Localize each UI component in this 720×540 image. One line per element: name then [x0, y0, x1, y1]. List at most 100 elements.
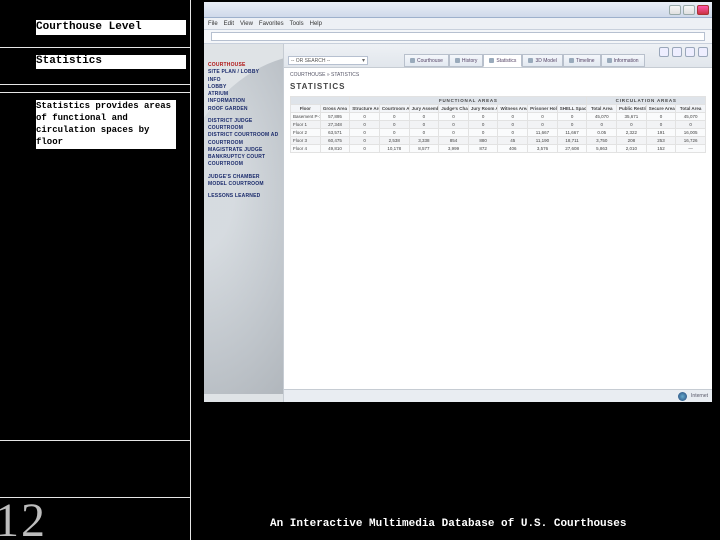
nav-item[interactable]: SITE PLAN / LOBBY: [208, 69, 281, 76]
slide-subtitle: Statistics: [36, 55, 186, 70]
table-cell: 0: [409, 129, 439, 137]
menu-view[interactable]: View: [240, 21, 253, 27]
internet-icon: [678, 392, 687, 401]
table-cell: Basement P-1: [291, 113, 321, 121]
status-bar: Internet: [284, 389, 712, 402]
address-bar[interactable]: [211, 32, 705, 41]
table-cell: 0: [468, 129, 498, 137]
table-cell: 0: [409, 113, 439, 121]
status-text: Internet: [691, 393, 708, 399]
table-group-header: FUNCTIONAL AREAS: [350, 97, 587, 105]
table-cell: 0: [468, 121, 498, 129]
nav-item[interactable]: DISTRICT JUDGE COURTROOM: [208, 118, 281, 133]
browser-screenshot: File Edit View Favorites Tools Help COUR…: [204, 2, 712, 402]
tab-label: 3D Model: [535, 58, 556, 64]
nav-item[interactable]: LESSONS LEARNED: [208, 193, 281, 200]
nav-item[interactable]: BANKRUPTCY COURT: [208, 154, 281, 161]
tab-icon: [569, 58, 574, 63]
menu-favorites[interactable]: Favorites: [259, 21, 284, 27]
table-cell: 11,667: [528, 129, 558, 137]
table-cell: 16,005: [676, 129, 706, 137]
tab-courthouse[interactable]: Courthouse: [404, 54, 449, 67]
table-cell: 0: [528, 121, 558, 129]
search-dropdown[interactable]: -- OR SEARCH --: [288, 56, 368, 65]
table-header: Gross Area: [320, 105, 350, 113]
tab-statistics[interactable]: Statistics: [483, 54, 522, 67]
table-cell: 0: [379, 129, 409, 137]
table-cell: 0: [587, 121, 617, 129]
tab-label: Information: [614, 58, 639, 64]
table-cell: 35,671: [617, 113, 647, 121]
table-cell: 49,810: [320, 145, 350, 153]
menu-help[interactable]: Help: [310, 21, 322, 27]
table-cell: 3,999: [439, 145, 469, 153]
table-cell: 45: [498, 137, 528, 145]
table-header: Public Restricted Area: [617, 105, 647, 113]
table-header: Judge's Chambers Area: [439, 105, 469, 113]
divider: [0, 84, 190, 85]
table-cell: 3,338: [409, 137, 439, 145]
table-row: Basement P-157,8950000000045,07035,67104…: [291, 113, 706, 121]
menu-edit[interactable]: Edit: [224, 21, 234, 27]
content-pane: -- OR SEARCH -- Courthouse HistoryStatist…: [284, 44, 712, 402]
table-cell: 10,178: [379, 145, 409, 153]
left-nav-pane: COURTHOUSESITE PLAN / LOBBYINFOLOBBYATRI…: [204, 44, 284, 402]
page-number: 12: [0, 493, 47, 540]
tab-icon: [489, 58, 494, 63]
table-cell: 406: [498, 145, 528, 153]
tab-3d-model[interactable]: 3D Model: [522, 54, 562, 67]
nav-item[interactable]: JUDGE'S CHAMBER: [208, 174, 281, 181]
table-cell: —: [676, 145, 706, 153]
table-row: Floor 360,47502,5383,3388548804511,19018…: [291, 137, 706, 145]
slide-title: Courthouse Level: [36, 20, 186, 35]
table-cell: 0.05: [587, 129, 617, 137]
tab-history[interactable]: History: [449, 54, 484, 67]
table-header: Prisoner Holding Space: [528, 105, 558, 113]
table-header: Jury Assembly Area: [409, 105, 439, 113]
nav-item[interactable]: INFO: [208, 77, 281, 84]
table-cell: 11,667: [557, 129, 587, 137]
table-cell: 11,190: [528, 137, 558, 145]
close-button[interactable]: [697, 5, 709, 15]
minimize-button[interactable]: [669, 5, 681, 15]
nav-item[interactable]: ROOF GARDEN: [208, 106, 281, 113]
tab-label: Courthouse: [417, 58, 443, 64]
table-cell: 0: [439, 129, 469, 137]
slide-description: Statistics provides areas of functional …: [36, 100, 176, 149]
table-cell: 0: [498, 129, 528, 137]
browser-menubar: File Edit View Favorites Tools Help: [204, 18, 712, 30]
table-cell: 0: [350, 137, 380, 145]
table-cell: Floor 2: [291, 129, 321, 137]
table-header: Jury Room Area: [468, 105, 498, 113]
table-cell: 16,726: [676, 137, 706, 145]
nav-item[interactable]: COURTHOUSE: [208, 62, 281, 69]
nav-item[interactable]: DISTRICT COURTROOM AD: [208, 132, 281, 139]
table-cell: 5,863: [587, 145, 617, 153]
table-cell: 0: [379, 121, 409, 129]
table-cell: 880: [468, 137, 498, 145]
table-cell: 0: [498, 113, 528, 121]
tab-icon: [410, 58, 415, 63]
window-titlebar: [204, 2, 712, 18]
nav-item[interactable]: INFORMATION: [208, 98, 281, 105]
table-cell: 0: [350, 113, 380, 121]
nav-item[interactable]: COURTROOM: [208, 161, 281, 168]
table-cell: 0: [617, 121, 647, 129]
table-cell: 45,070: [587, 113, 617, 121]
nav-item[interactable]: MAGISTRATE JUDGE: [208, 147, 281, 154]
maximize-button[interactable]: [683, 5, 695, 15]
table-cell: 0: [439, 121, 469, 129]
search-label: -- OR SEARCH --: [289, 58, 330, 64]
nav-item[interactable]: LOBBY: [208, 84, 281, 91]
nav-item[interactable]: ATRIUM: [208, 91, 281, 98]
nav-item[interactable]: COURTROOM: [208, 140, 281, 147]
nav-item[interactable]: MODEL COURTROOM: [208, 181, 281, 188]
breadcrumb: COURTHOUSE » STATISTICS: [290, 72, 359, 78]
table-cell: 0: [498, 121, 528, 129]
divider: [0, 440, 190, 441]
tab-timeline[interactable]: Timeline: [563, 54, 601, 67]
menu-file[interactable]: File: [208, 21, 218, 27]
menu-tools[interactable]: Tools: [290, 21, 304, 27]
table-cell: 191: [646, 129, 676, 137]
tab-information[interactable]: Information: [601, 54, 645, 67]
